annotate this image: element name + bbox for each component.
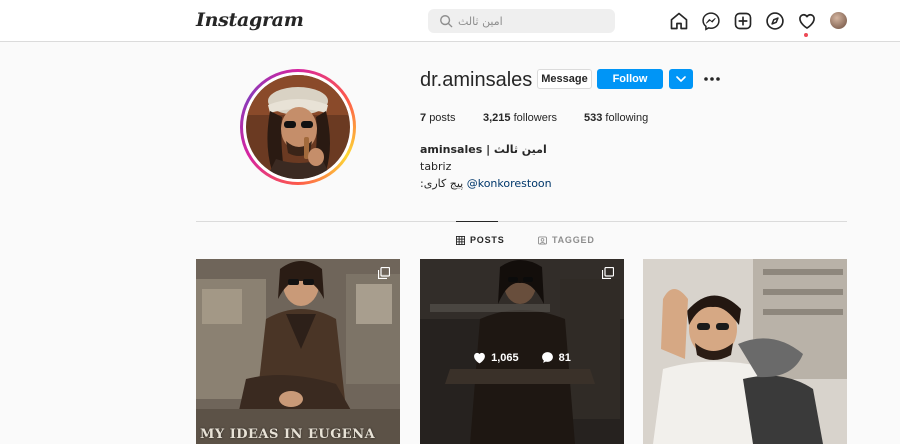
instagram-logo[interactable]: Instagram xyxy=(196,9,304,31)
followers-count[interactable]: 3,215 followers xyxy=(483,112,557,124)
carousel-icon xyxy=(602,267,614,279)
search-icon xyxy=(440,15,453,28)
search-box[interactable] xyxy=(428,9,615,33)
post-image xyxy=(643,259,847,444)
post-thumbnail[interactable] xyxy=(643,259,847,444)
following-count[interactable]: 533 following xyxy=(584,112,648,124)
top-nav-bar: Instagram xyxy=(0,0,900,42)
post-likes: 1,065 xyxy=(473,351,519,364)
bio-location: tabriz xyxy=(420,160,452,173)
more-options-icon[interactable] xyxy=(702,72,722,86)
suggested-accounts-button[interactable] xyxy=(669,69,693,89)
explore-icon[interactable] xyxy=(765,11,785,31)
tag-icon xyxy=(538,235,547,245)
notification-dot xyxy=(804,33,808,37)
active-tab-indicator xyxy=(456,221,498,222)
carousel-icon xyxy=(378,267,390,279)
grid-icon xyxy=(456,235,465,245)
post-thumbnail[interactable]: 1,065 81 xyxy=(420,259,624,444)
heart-icon xyxy=(474,352,486,363)
new-post-icon[interactable] xyxy=(733,11,753,31)
post-caption-overlay: MY IDEAS IN EUGENA xyxy=(200,427,376,442)
tab-posts-label: POSTS xyxy=(470,235,505,245)
profile-avatar-icon[interactable] xyxy=(830,12,847,29)
post-hover-overlay: 1,065 81 xyxy=(420,259,624,444)
post-comments-count: 81 xyxy=(558,351,571,364)
post-likes-count: 1,065 xyxy=(491,351,519,364)
bio-work-page: :پیج کاری @konkorestoon xyxy=(420,177,552,190)
tab-tagged-label: TAGGED xyxy=(552,235,595,245)
profile-username: dr.aminsales xyxy=(420,69,533,91)
bio-work-label: :پیج کاری xyxy=(420,177,464,190)
tab-posts[interactable]: POSTS xyxy=(456,235,505,245)
profile-full-name: aminsales | امین ثالث xyxy=(420,143,547,156)
chevron-down-icon xyxy=(676,76,686,82)
post-thumbnail[interactable]: MY IDEAS IN EUGENA xyxy=(196,259,400,444)
posts-count: 7 posts xyxy=(420,112,456,124)
messenger-icon[interactable] xyxy=(701,11,721,31)
profile-avatar[interactable] xyxy=(240,69,356,185)
tabs-divider xyxy=(196,221,847,222)
follow-button[interactable]: Follow xyxy=(597,69,663,89)
home-icon[interactable] xyxy=(669,11,689,31)
activity-heart-icon[interactable] xyxy=(797,11,817,31)
search-input[interactable] xyxy=(458,12,608,30)
bio-mention-link[interactable]: @konkorestoon xyxy=(467,177,552,190)
message-button[interactable]: Message xyxy=(537,69,592,89)
comment-icon xyxy=(541,352,553,363)
profile-photo xyxy=(246,75,350,179)
tab-tagged[interactable]: TAGGED xyxy=(538,235,595,245)
post-comments: 81 xyxy=(541,351,571,364)
post-image xyxy=(196,259,400,444)
